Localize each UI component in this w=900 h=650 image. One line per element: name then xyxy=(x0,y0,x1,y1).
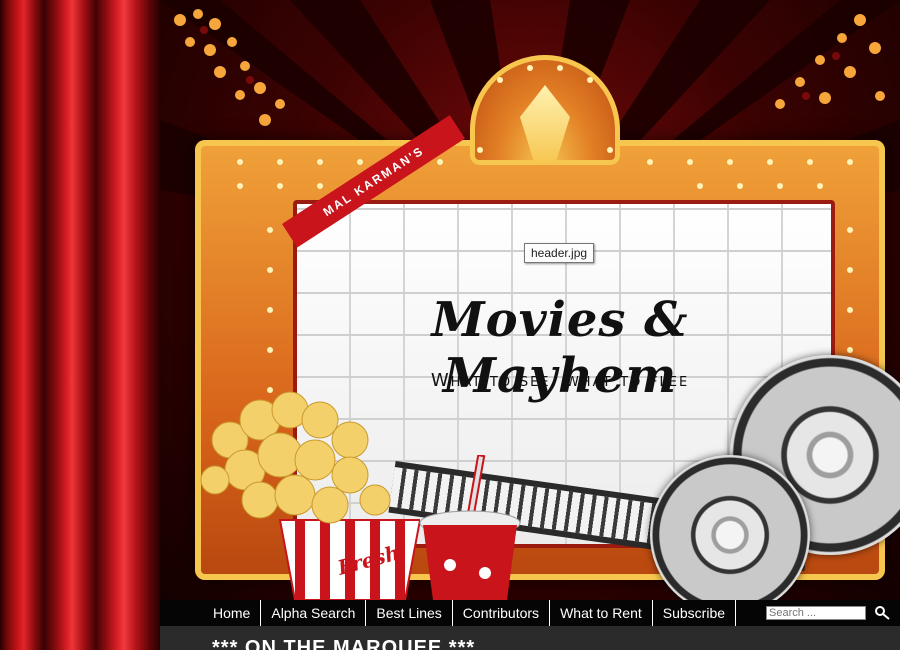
header-banner[interactable]: MAL KARMAN'S Movies & Mayhem What to see… xyxy=(160,0,900,600)
magnifier-icon[interactable] xyxy=(874,605,892,621)
nav-alpha-search[interactable]: Alpha Search xyxy=(261,600,367,626)
search-box xyxy=(766,605,892,621)
content-area: *** ON THE MARQUEE *** xyxy=(160,626,900,650)
main-navigation: Home Alpha Search Best Lines Contributor… xyxy=(160,600,900,626)
search-input[interactable] xyxy=(766,606,866,620)
nav-what-to-rent[interactable]: What to Rent xyxy=(550,600,653,626)
nav-contributors[interactable]: Contributors xyxy=(453,600,551,626)
curtain-sidebar xyxy=(0,0,160,650)
soda-cup-illustration xyxy=(419,455,521,600)
nav-best-lines[interactable]: Best Lines xyxy=(366,600,453,626)
popcorn-illustration: Fresh xyxy=(200,391,420,600)
section-heading: *** ON THE MARQUEE *** xyxy=(212,637,476,650)
nav-home[interactable]: Home xyxy=(203,600,262,626)
image-tooltip: header.jpg xyxy=(524,243,595,263)
nav-subscribe[interactable]: Subscribe xyxy=(653,600,737,626)
